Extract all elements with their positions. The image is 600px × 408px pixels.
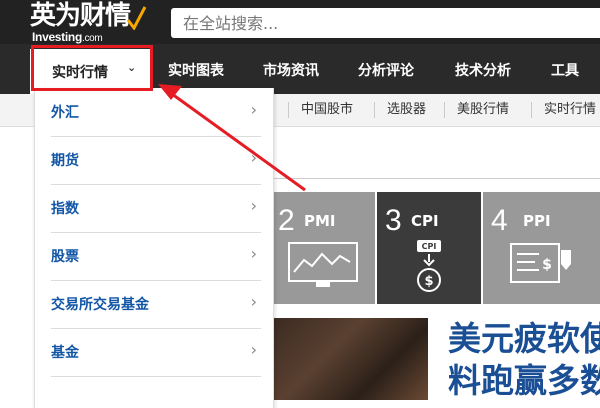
- sub-nav-stock-screener[interactable]: 选股器: [387, 94, 426, 126]
- dropdown-item-forex[interactable]: 外汇 ›: [51, 88, 261, 137]
- svg-text:$: $: [542, 257, 552, 273]
- tile-number: 4: [491, 204, 508, 237]
- sub-nav-realtime[interactable]: 实时行情: [544, 94, 596, 126]
- dropdown-item-label: 交易所交易基金: [51, 297, 149, 313]
- dropdown-item-futures[interactable]: 期货 ›: [51, 136, 261, 185]
- article-headline[interactable]: 美元疲软使 料跑赢多数: [448, 318, 600, 402]
- headline-line: 美元疲软使: [448, 319, 600, 358]
- sub-nav-divider: [444, 102, 445, 118]
- tile-label: PMI: [304, 212, 336, 230]
- tile-number: 2: [278, 204, 295, 237]
- nav-item-realtime-quotes-label: 实时行情: [52, 65, 108, 81]
- tile-ppi[interactable]: 4 PPI $: [483, 192, 600, 304]
- section-divider: [270, 178, 600, 179]
- svg-text:$: $: [424, 274, 433, 289]
- dropdown-item-label: 期货: [51, 153, 79, 169]
- chevron-right-icon: ›: [250, 100, 257, 119]
- top-header: 英为财情 Investing.com: [0, 0, 600, 44]
- tile-label: PPI: [523, 212, 551, 230]
- chevron-down-icon: ⌄: [127, 61, 137, 74]
- svg-text:CPI: CPI: [422, 242, 437, 251]
- logo-check-mark-icon: [126, 6, 146, 30]
- nav-item-realtime-charts[interactable]: 实时图表: [168, 44, 224, 94]
- nav-item-analysis[interactable]: 分析评论: [358, 44, 414, 94]
- chevron-right-icon: ›: [250, 196, 257, 215]
- sub-nav-divider: [531, 102, 532, 118]
- site-logo[interactable]: 英为财情 Investing.com: [30, 1, 155, 44]
- dropdown-item-etfs[interactable]: 交易所交易基金 ›: [51, 280, 261, 329]
- tile-number: 3: [385, 204, 402, 237]
- tile-label: CPI: [411, 212, 439, 230]
- logo-chinese-text: 英为财情: [30, 1, 131, 31]
- sub-nav-divider: [288, 102, 289, 118]
- chevron-right-icon: ›: [250, 148, 257, 167]
- realtime-quotes-dropdown: 外汇 › 期货 › 指数 › 股票 › 交易所交易基金 › 基金 ›: [34, 88, 274, 408]
- nav-item-market-news[interactable]: 市场资讯: [263, 44, 319, 94]
- sub-nav-china-stocks[interactable]: 中国股市: [301, 94, 353, 126]
- dropdown-item-label: 外汇: [51, 105, 79, 121]
- chevron-right-icon: ›: [250, 340, 257, 359]
- cpi-dollar-icon: CPI $: [417, 240, 441, 292]
- dropdown-item-indices[interactable]: 指数 ›: [51, 184, 261, 233]
- tile-pmi[interactable]: 2 PMI: [270, 192, 375, 304]
- logo-english-text: Investing.com: [32, 30, 103, 44]
- search-input[interactable]: [171, 8, 600, 38]
- dropdown-item-stocks[interactable]: 股票 ›: [51, 232, 261, 281]
- tile-cpi[interactable]: 3 CPI CPI $: [377, 192, 481, 304]
- sub-nav-divider: [374, 102, 375, 118]
- chevron-right-icon: ›: [250, 292, 257, 311]
- nav-item-technical[interactable]: 技术分析: [455, 44, 511, 94]
- line-chart-icon: [288, 242, 358, 287]
- ppi-document-icon: $: [510, 243, 571, 283]
- sub-nav-us-stocks[interactable]: 美股行情: [457, 94, 509, 126]
- dropdown-item-label: 基金: [51, 345, 79, 361]
- nav-item-tools[interactable]: 工具: [551, 44, 579, 94]
- dropdown-item-funds[interactable]: 基金 ›: [51, 328, 261, 377]
- article-thumbnail-image[interactable]: [268, 318, 428, 400]
- dropdown-item-label: 指数: [51, 201, 79, 217]
- dropdown-item-label: 股票: [51, 249, 79, 265]
- headline-line: 料跑赢多数: [448, 361, 600, 400]
- chevron-right-icon: ›: [250, 244, 257, 263]
